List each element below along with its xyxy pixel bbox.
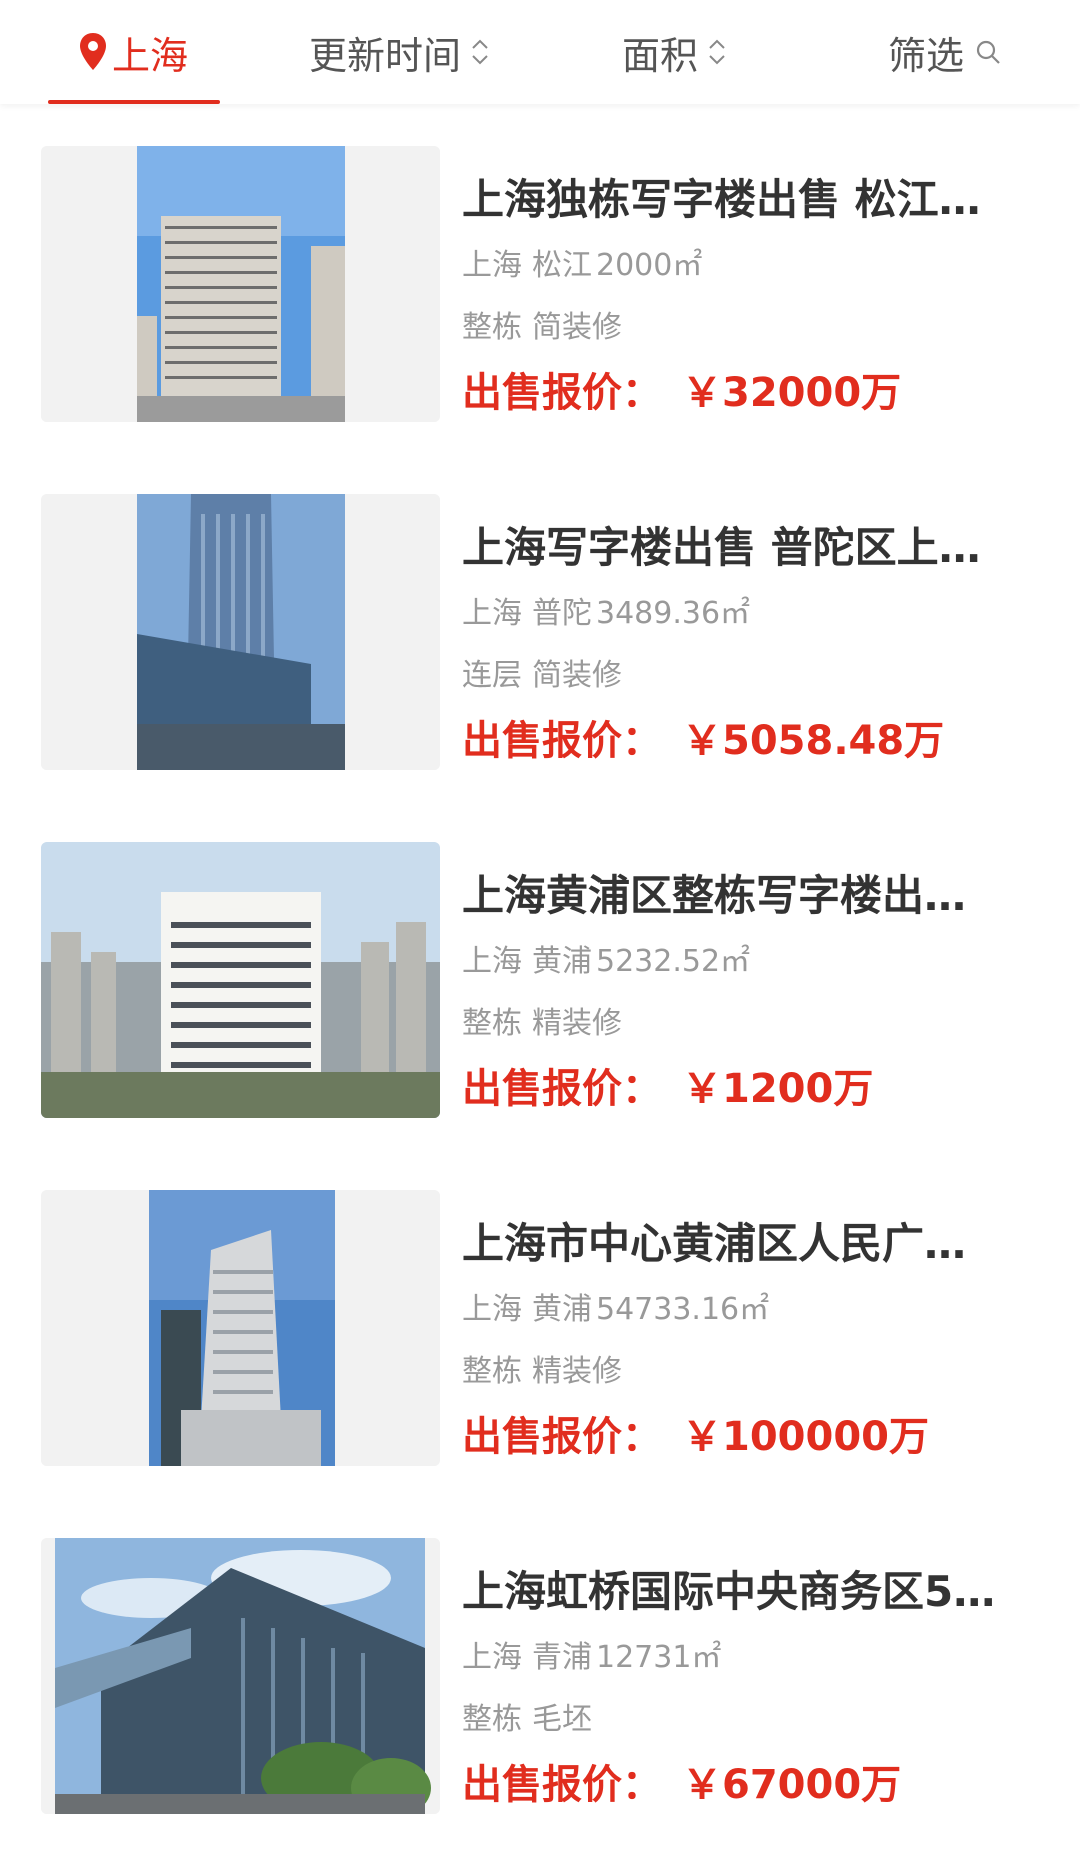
listing-decoration: 精装修 [532,1006,622,1041]
tab-city-label: 上海 [111,33,188,78]
listing-price: 出售报价： ￥67000万 [462,1760,901,1810]
listing-title: 上海黄浦区整栋写字楼出… [462,871,967,920]
listing-price: 出售报价： ￥5058.48万 [462,716,944,766]
listing-item[interactable]: 上海虹桥国际中央商务区5… 上海 青浦 12731㎡ 整栋 毛坯 出售报价： ￥6700… [0,1538,1080,1838]
filter-tab-bar: 上海 更新时间 面积 筛选 [0,0,1080,104]
listing-city: 上海 [462,596,522,631]
listing-tags: 整栋 简装修 [462,308,622,348]
listing-city: 上海 [462,248,522,283]
search-icon [976,40,1000,64]
tab-update-time-label: 更新时间 [308,33,461,78]
location-pin-icon [79,33,106,70]
tab-update-time[interactable]: 更新时间 [285,0,515,104]
listing-info: 上海写字楼出售 普陀区上… 上海 普陀 3489.36㎡ 连层 简装修 出售报价： ￥5… [462,494,1042,770]
listing-photo [41,842,440,1118]
listing-city: 上海 [462,1640,522,1675]
listing-area: 12731㎡ [596,1640,722,1675]
listing-info: 上海虹桥国际中央商务区5… 上海 青浦 12731㎡ 整栋 毛坯 出售报价： ￥6700… [462,1538,1042,1814]
listing-floor-type: 整栋 [462,310,522,345]
listing-area: 5232.52㎡ [596,944,751,979]
listing-photo [41,494,440,770]
price-label: 出售报价： [462,718,662,764]
listing-city: 上海 [462,944,522,979]
listing-floor-type: 整栋 [462,1702,522,1737]
listing-location: 上海 黄浦 5232.52㎡ [462,942,750,982]
listing-area: 54733.16㎡ [596,1292,770,1327]
listing-tags: 整栋 毛坯 [462,1700,592,1740]
listing-location: 上海 普陀 3489.36㎡ [462,594,750,634]
price-value: ￥67000万 [682,1762,902,1808]
listing-price: 出售报价： ￥100000万 [462,1412,929,1462]
listing-district: 普陀 [532,596,592,631]
listing-decoration: 毛坯 [532,1702,592,1737]
listing-decoration: 精装修 [532,1354,622,1389]
price-label: 出售报价： [462,370,662,416]
listing-item[interactable]: 上海独栋写字楼出售 松江… 上海 松江 2000㎡ 整栋 简装修 出售报价： ￥3200… [0,146,1080,446]
tab-filter[interactable]: 筛选 [870,0,1020,104]
listing-info: 上海黄浦区整栋写字楼出… 上海 黄浦 5232.52㎡ 整栋 精装修 出售报价： ￥12… [462,842,1042,1118]
listing-location: 上海 青浦 12731㎡ [462,1638,721,1678]
listing-tags: 连层 简装修 [462,656,622,696]
sort-updown-icon [709,39,725,65]
listing-info: 上海独栋写字楼出售 松江… 上海 松江 2000㎡ 整栋 简装修 出售报价： ￥3200… [462,146,1042,422]
listing-item[interactable]: 上海市中心黄浦区人民广… 上海 黄浦 54733.16㎡ 整栋 精装修 出售报价： ￥1… [0,1190,1080,1490]
price-value: ￥5058.48万 [682,718,945,764]
listing-area: 3489.36㎡ [596,596,751,631]
listing-photo [41,1190,440,1466]
listing-floor-type: 整栋 [462,1006,522,1041]
listing-photo [41,146,440,422]
price-value: ￥1200万 [682,1066,874,1112]
listing-item[interactable]: 上海写字楼出售 普陀区上… 上海 普陀 3489.36㎡ 连层 简装修 出售报价： ￥5… [0,494,1080,794]
listing-floor-type: 连层 [462,658,522,693]
listing-info: 上海市中心黄浦区人民广… 上海 黄浦 54733.16㎡ 整栋 精装修 出售报价： ￥1… [462,1190,1042,1466]
listing-district: 松江 [532,248,592,283]
listing-title: 上海虹桥国际中央商务区5… [462,1567,996,1616]
tab-area[interactable]: 面积 [600,0,750,104]
price-value: ￥100000万 [682,1414,929,1460]
tab-filter-label: 筛选 [887,33,964,78]
tab-city[interactable]: 上海 [48,0,218,104]
price-label: 出售报价： [462,1762,662,1808]
listing-decoration: 简装修 [532,310,622,345]
price-label: 出售报价： [462,1066,662,1112]
listing-district: 黄浦 [532,944,592,979]
listing-title: 上海独栋写字楼出售 松江… [462,175,981,224]
listing-location: 上海 黄浦 54733.16㎡ [462,1290,769,1330]
tab-area-label: 面积 [621,33,698,78]
listing-tags: 整栋 精装修 [462,1004,622,1044]
listing-floor-type: 整栋 [462,1354,522,1389]
sort-updown-icon [472,39,488,65]
active-tab-indicator [48,100,220,104]
listing-city: 上海 [462,1292,522,1327]
listing-district: 黄浦 [532,1292,592,1327]
listing-district: 青浦 [532,1640,592,1675]
listing-title: 上海写字楼出售 普陀区上… [462,523,981,572]
listing-decoration: 简装修 [532,658,622,693]
listing-tags: 整栋 精装修 [462,1352,622,1392]
listing-location: 上海 松江 2000㎡ [462,246,702,286]
listing-price: 出售报价： ￥1200万 [462,1064,873,1114]
listing-item[interactable]: 上海黄浦区整栋写字楼出… 上海 黄浦 5232.52㎡ 整栋 精装修 出售报价： ￥12… [0,842,1080,1142]
listing-title: 上海市中心黄浦区人民广… [462,1219,967,1268]
listing-price: 出售报价： ￥32000万 [462,368,901,418]
listing-area: 2000㎡ [596,248,703,283]
price-label: 出售报价： [462,1414,662,1460]
price-value: ￥32000万 [682,370,902,416]
listing-photo [41,1538,440,1814]
